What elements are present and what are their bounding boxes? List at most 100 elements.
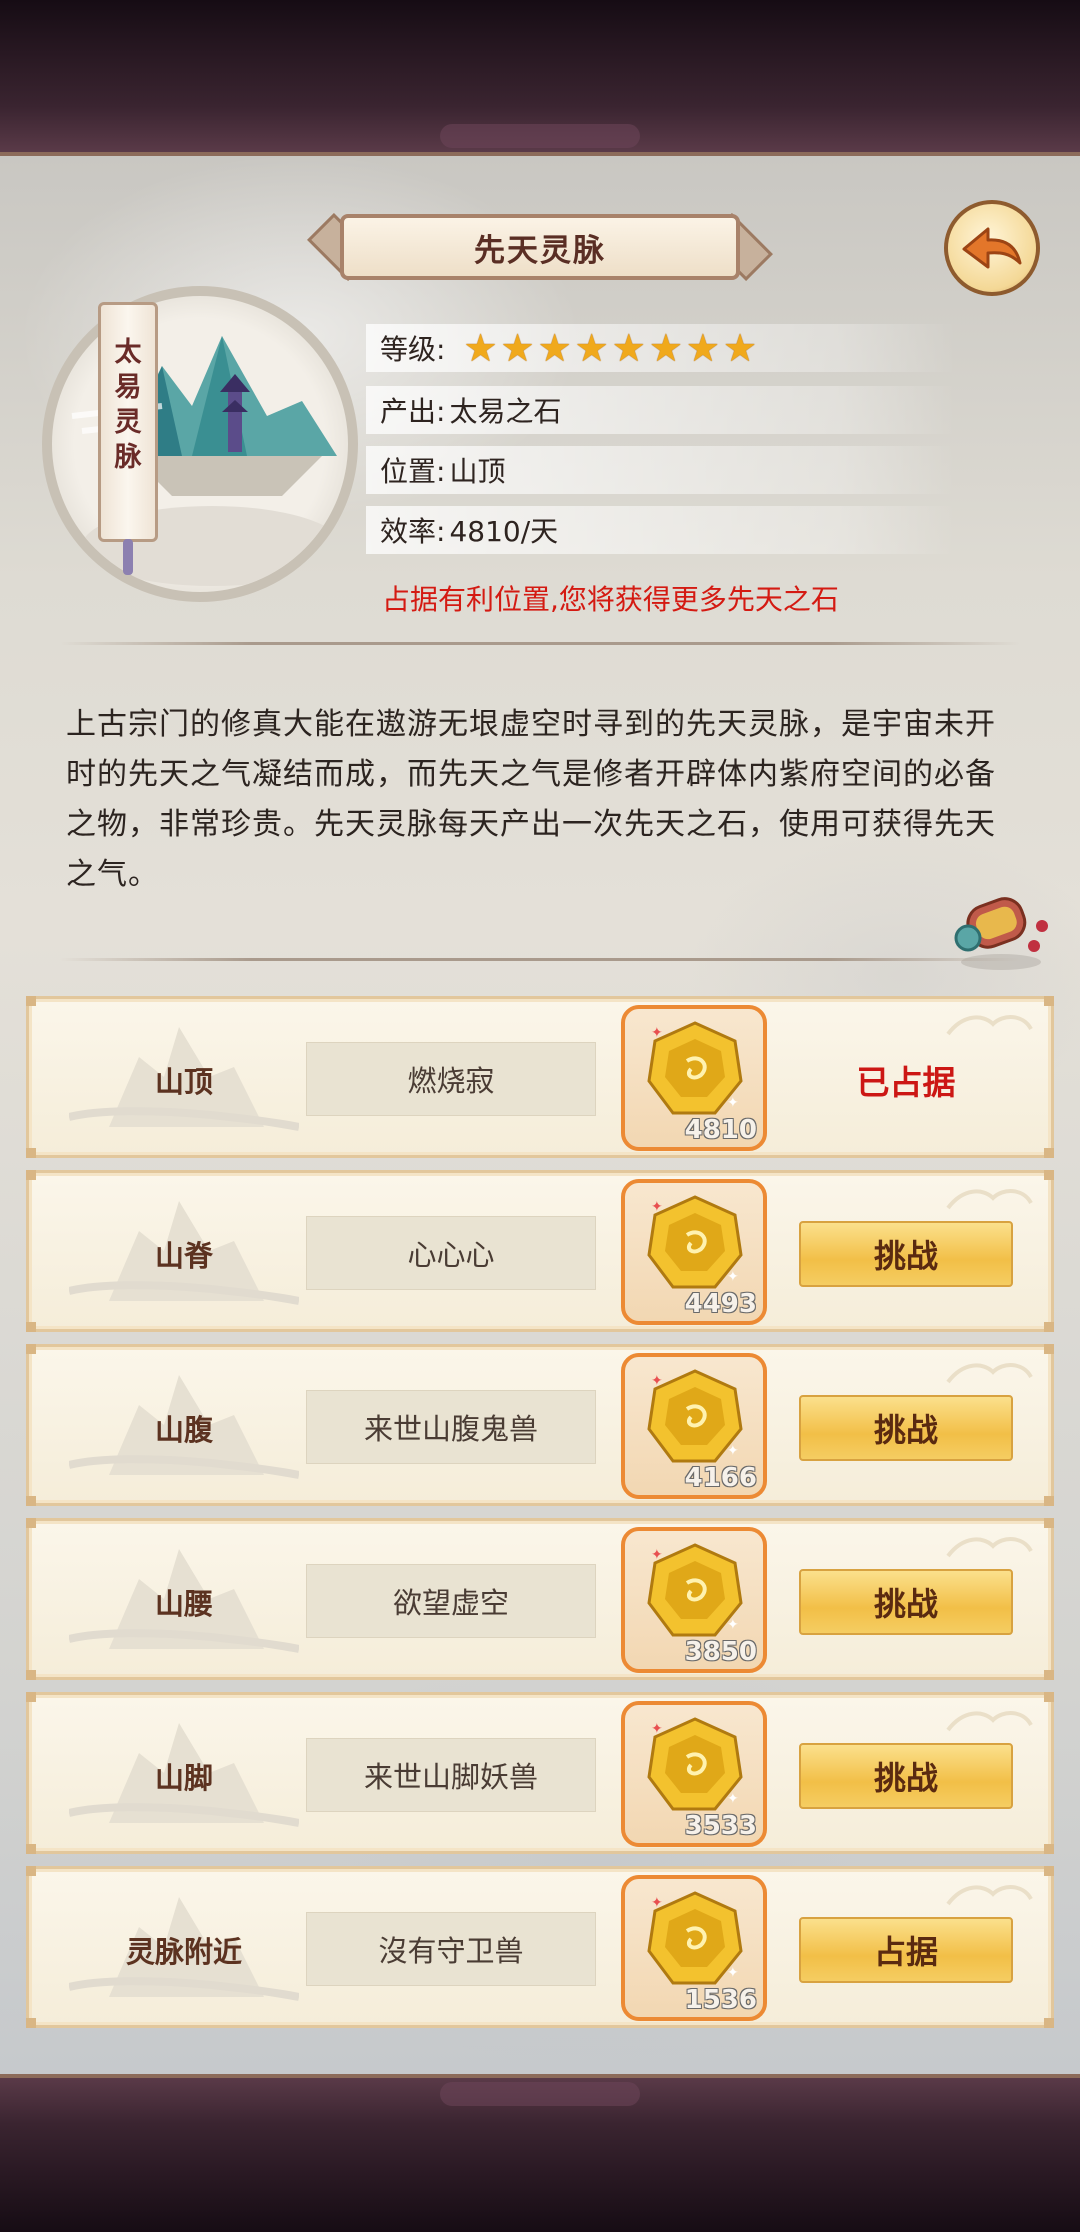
divider: [60, 958, 1020, 961]
svg-text:✦: ✦: [651, 1547, 663, 1563]
star-icon: ★: [648, 326, 683, 370]
reward-amount: 4166: [684, 1463, 757, 1493]
position-value: 山顶: [449, 455, 506, 488]
svg-text:✦: ✦: [727, 1443, 739, 1459]
challenge-button[interactable]: 挑战: [799, 1743, 1013, 1809]
slot-row-vicinity: 灵脉附近 沒有守卫兽 ✦ ✦ 1536 占据: [26, 1866, 1054, 2028]
corner-ornament: [26, 1518, 36, 1528]
svg-text:✦: ✦: [727, 1269, 739, 1285]
svg-text:✦: ✦: [651, 1199, 663, 1215]
challenge-button[interactable]: 挑战: [799, 1221, 1013, 1287]
efficiency-value: 4810/天: [449, 515, 559, 548]
star-icon: ★: [463, 326, 498, 370]
corner-ornament: [26, 1322, 36, 1332]
corner-ornament: [1044, 2018, 1054, 2028]
challenge-button[interactable]: 挑战: [799, 1569, 1013, 1635]
top-ornament: [440, 124, 640, 148]
slot-position-name: 山脊: [154, 1239, 213, 1273]
slot-position-name: 山顶: [154, 1065, 213, 1099]
corner-ornament: [1044, 1344, 1054, 1354]
slot-row-belly: 山腹 来世山腹鬼兽 ✦ ✦ 4166 挑战: [26, 1344, 1054, 1506]
cloud-decoration-icon: [946, 1885, 1033, 1906]
bottom-ornament: [440, 2082, 640, 2106]
corner-ornament: [26, 1844, 36, 1854]
reward-gem-card[interactable]: ✦ ✦ 4166: [621, 1353, 767, 1499]
slot-guardian-name: 来世山脚妖兽: [306, 1738, 596, 1812]
position-label: 位置:: [380, 455, 446, 488]
vein-portrait: [42, 286, 358, 602]
vein-name-char: 易: [114, 372, 142, 403]
star-icon: ★: [611, 326, 646, 370]
challenge-button[interactable]: 挑战: [799, 1395, 1013, 1461]
reward-gem-card[interactable]: ✦ ✦ 3850: [621, 1527, 767, 1673]
svg-text:✦: ✦: [727, 1791, 739, 1807]
occupy-button[interactable]: 占据: [799, 1917, 1013, 1983]
gem-icon: ✦ ✦: [647, 1369, 743, 1463]
bottom-frame: [0, 2078, 1080, 2232]
back-arrow-icon: [962, 227, 1022, 269]
corner-ornament: [1044, 1148, 1054, 1158]
slot-position-name: 山腹: [154, 1413, 213, 1447]
svg-text:✦: ✦: [727, 1095, 739, 1111]
reward-amount: 3850: [684, 1637, 757, 1667]
corner-ornament: [1044, 1322, 1054, 1332]
corner-ornament: [1044, 996, 1054, 1006]
corner-ornament: [26, 1170, 36, 1180]
corner-ornament: [26, 996, 36, 1006]
svg-text:✦: ✦: [651, 1895, 663, 1911]
star-icon: ★: [537, 326, 572, 370]
star-icon: ★: [722, 326, 758, 370]
gem-icon: ✦ ✦: [647, 1195, 743, 1289]
spirit-vein-panel: 先天灵脉 太 易 灵 脉 等级: ★ ★ ★ ★ ★ ★ ★ ★ 产出: 太易之…: [0, 152, 1080, 2078]
cloud-decoration-icon: [946, 1015, 1033, 1036]
corner-ornament: [1044, 1496, 1054, 1506]
reward-gem-card[interactable]: ✦ ✦ 1536: [621, 1875, 767, 2021]
star-icon: ★: [574, 326, 609, 370]
reward-gem-card[interactable]: ✦ ✦ 3533: [621, 1701, 767, 1847]
output-row: 产出: 太易之石: [366, 386, 956, 434]
reward-gem-card[interactable]: ✦ ✦ 4810: [621, 1005, 767, 1151]
slot-guardian-name: 心心心: [306, 1216, 596, 1290]
corner-ornament: [1044, 1518, 1054, 1528]
slot-guardian-name: 来世山腹鬼兽: [306, 1390, 596, 1464]
reward-gem-card[interactable]: ✦ ✦ 4493: [621, 1179, 767, 1325]
vein-name-char: 灵: [114, 407, 142, 438]
corner-ornament: [1044, 1866, 1054, 1876]
efficiency-row: 效率: 4810/天: [366, 506, 956, 554]
reward-amount: 4810: [684, 1115, 757, 1145]
corner-ornament: [1044, 1670, 1054, 1680]
svg-text:✦: ✦: [651, 1025, 663, 1041]
position-row: 位置: 山顶: [366, 446, 956, 494]
slot-row-waist: 山腰 欲望虚空 ✦ ✦ 3850 挑战: [26, 1518, 1054, 1680]
output-label: 产出:: [380, 395, 446, 428]
title-plate: 先天灵脉: [300, 213, 780, 281]
corner-ornament: [1044, 1692, 1054, 1702]
vein-description: 上古宗门的修真大能在遨游无垠虚空时寻到的先天灵脉，是宇宙未开时的先天之气凝结而成…: [66, 707, 996, 892]
reward-amount: 3533: [684, 1811, 757, 1841]
occupied-status: 已占据: [856, 1063, 956, 1102]
gem-icon: ✦ ✦: [647, 1543, 743, 1637]
output-value: 太易之石: [449, 395, 562, 428]
level-stars: ★ ★ ★ ★ ★ ★ ★ ★: [463, 329, 757, 367]
corner-ornament: [26, 1148, 36, 1158]
position-notice: 占据有利位置,您将获得更多先天之石: [382, 583, 839, 616]
scroll-tassel: [123, 539, 133, 575]
corner-ornament: [1044, 1844, 1054, 1854]
top-frame: [0, 0, 1080, 152]
reward-amount: 4493: [684, 1289, 757, 1319]
corner-ornament: [26, 1344, 36, 1354]
svg-text:✦: ✦: [651, 1721, 663, 1737]
svg-text:✦: ✦: [727, 1617, 739, 1633]
slot-position-name: 山腰: [154, 1587, 213, 1621]
slot-row-summit: 山顶 燃烧寂 ✦ ✦ 4810 已占据: [26, 996, 1054, 1158]
divider: [60, 642, 1020, 645]
slot-position-name: 灵脉附近: [125, 1935, 242, 1969]
lantern-decoration-icon: [954, 897, 1048, 970]
corner-ornament: [26, 1692, 36, 1702]
vein-name-char: 太: [114, 337, 142, 368]
slot-guardian-name: 欲望虚空: [306, 1564, 596, 1638]
back-button[interactable]: [944, 200, 1040, 296]
corner-ornament: [26, 2018, 36, 2028]
corner-ornament: [26, 1866, 36, 1876]
slot-position-name: 山脚: [154, 1761, 213, 1795]
